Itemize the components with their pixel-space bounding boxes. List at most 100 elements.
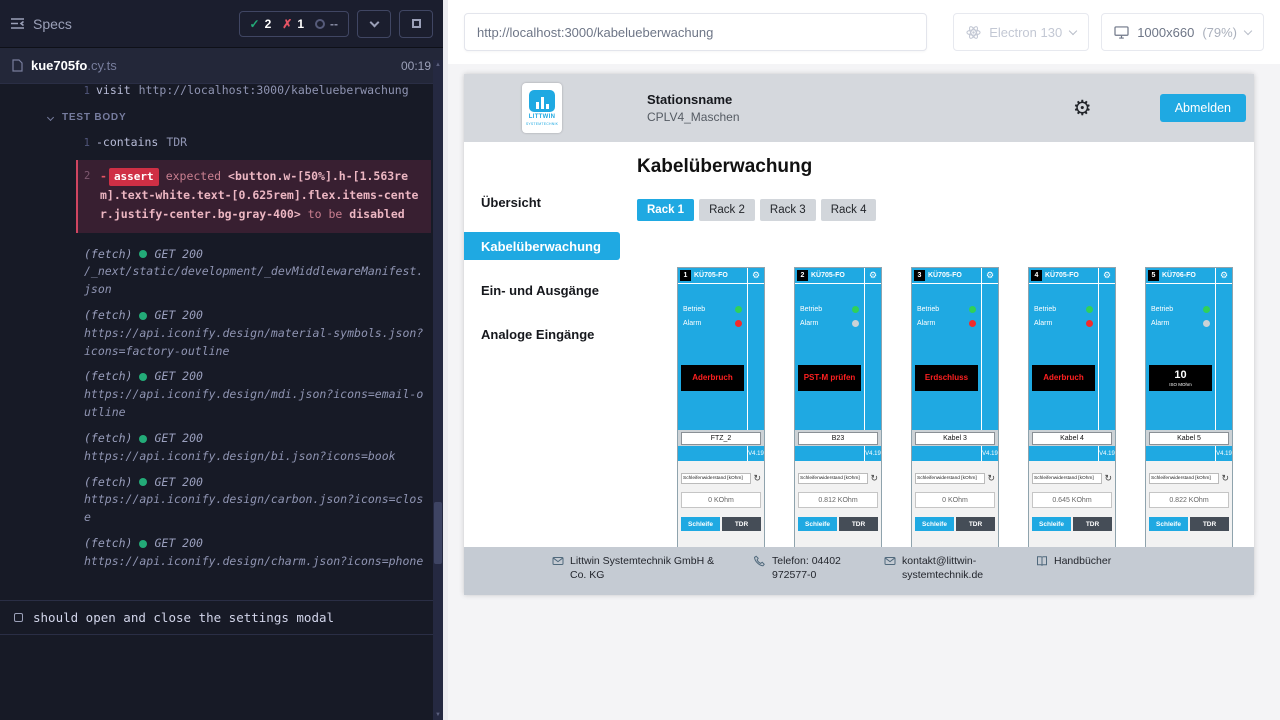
assert-dash: - [100, 169, 107, 183]
schleife-button[interactable]: Schleife [1032, 517, 1071, 531]
logout-button[interactable]: Abmelden [1160, 94, 1246, 122]
card-number: 4 [1031, 270, 1042, 281]
alarm-led [969, 320, 976, 327]
fetch-url: https://api.iconify.design/mdi.json?icon… [84, 386, 425, 422]
fetch-status: GET 200 [154, 307, 202, 325]
station-info: Stationsname CPLV4_Maschen [647, 92, 740, 124]
refresh-icon[interactable]: ↻ [987, 474, 995, 483]
logo-area: LITTWIN SYSTEMTECHNIK [464, 83, 620, 133]
resistance-section: Schleifenwiderstand [kOhm] ↻ 0 KOhm Schl… [912, 461, 998, 547]
command-visit[interactable]: 1 visithttp://localhost:3000/kabelueberw… [0, 84, 443, 103]
fetch-status: GET 200 [154, 368, 202, 386]
browser-selector[interactable]: Electron 130 [953, 13, 1089, 51]
card-side-strip [1098, 284, 1115, 430]
sidebar-item-label: Übersicht [481, 195, 541, 210]
next-test-row[interactable]: should open and close the settings modal [0, 600, 443, 635]
littwin-logo: LITTWIN SYSTEMTECHNIK [522, 83, 562, 133]
module-card: 4 KÜ705-FO ⚙ Betrieb [1028, 267, 1116, 547]
cable-name-row: FTZ_2 [678, 430, 764, 446]
sidebar-item[interactable]: Analoge Eingänge [464, 320, 620, 348]
status-display: 10 ISO MOhm [1149, 365, 1212, 391]
tdr-button[interactable]: TDR [956, 517, 995, 531]
url-input[interactable] [464, 13, 927, 51]
version-row: V4.19 [1029, 446, 1115, 461]
sidebar-item[interactable]: Übersicht [464, 188, 620, 216]
schleife-button[interactable]: Schleife [681, 517, 720, 531]
rack-tab[interactable]: Rack 3 [760, 199, 816, 221]
sidebar-item[interactable]: Kabelüberwachung [464, 232, 620, 260]
rack-tab[interactable]: Rack 2 [699, 199, 755, 221]
module-cards: 1 KÜ705-FO ⚙ Betrieb [677, 267, 1254, 547]
specs-menu-icon[interactable] [10, 17, 25, 30]
phone-icon [754, 555, 766, 567]
spec-timer: 00:19 [401, 59, 431, 73]
betrieb-label: Betrieb [1034, 306, 1056, 313]
scrollbar-thumb[interactable] [434, 502, 442, 564]
schleife-button[interactable]: Schleife [915, 517, 954, 531]
rack-tab-label: Rack 1 [647, 204, 684, 216]
failed-assert[interactable]: 2 -assertexpected <button.w-[50%].h-[1.5… [76, 160, 431, 233]
refresh-icon[interactable]: ↻ [1221, 474, 1229, 483]
card-gear-icon[interactable]: ⚙ [864, 268, 881, 283]
status-text: 10 [1174, 370, 1186, 381]
card-gear-icon[interactable]: ⚙ [1098, 268, 1115, 283]
specs-label[interactable]: Specs [33, 16, 72, 32]
network-log-entry: (fetch) GET 200 https://api.iconify.desi… [0, 302, 443, 363]
status-ok-dot-icon [139, 312, 147, 320]
refresh-icon[interactable]: ↻ [753, 474, 761, 483]
logo-subtext: SYSTEMTECHNIK [526, 122, 558, 126]
command-contains[interactable]: 1 -containsTDR [0, 130, 443, 155]
scroll-up-icon[interactable]: ▲ [433, 62, 443, 68]
fetch-status: GET 200 [154, 535, 202, 553]
command-arg: http://localhost:3000/kabelueberwachung [139, 84, 409, 97]
pending-count: -- [330, 17, 338, 31]
refresh-icon[interactable]: ↻ [1104, 474, 1112, 483]
electron-icon [966, 25, 981, 40]
refresh-icon[interactable]: ↻ [870, 474, 878, 483]
card-gear-icon[interactable]: ⚙ [1215, 268, 1232, 283]
card-header: 3 KÜ705-FO ⚙ [912, 268, 998, 284]
card-gear-icon[interactable]: ⚙ [981, 268, 998, 283]
test-body-label: TEST BODY [62, 112, 126, 123]
schleife-button[interactable]: Schleife [798, 517, 837, 531]
app-main: Kabelüberwachung Rack 1 Rack 2 [620, 142, 1254, 547]
sidebar-item[interactable]: Ein- und Ausgänge [464, 276, 620, 304]
betrieb-row: Betrieb [912, 306, 981, 313]
alarm-led [852, 320, 859, 327]
rack-tab[interactable]: Rack 1 [637, 199, 694, 221]
tdr-button[interactable]: TDR [1073, 517, 1112, 531]
app-body: Übersicht Kabelüberwachung Ein- und Ausg… [464, 142, 1254, 547]
tdr-button[interactable]: TDR [722, 517, 761, 531]
failed-count: 1 [297, 17, 304, 31]
book-icon [1036, 555, 1048, 567]
betrieb-row: Betrieb [678, 306, 747, 313]
cable-name: Kabel 3 [915, 432, 995, 445]
fetch-url: https://api.iconify.design/bi.json?icons… [84, 448, 425, 466]
stop-button[interactable] [399, 10, 433, 38]
rack-tab[interactable]: Rack 4 [821, 199, 877, 221]
collapse-button[interactable] [357, 10, 391, 38]
schleife-button[interactable]: Schleife [1149, 517, 1188, 531]
betrieb-row: Betrieb [1029, 306, 1098, 313]
viewport-selector[interactable]: 1000x660 (79%) [1101, 13, 1264, 51]
betrieb-led [1203, 306, 1210, 313]
tdr-button[interactable]: TDR [839, 517, 878, 531]
runner-scrollbar[interactable]: ▲ ▼ [433, 60, 443, 720]
test-body-section[interactable]: TEST BODY [0, 103, 443, 130]
alarm-led [1203, 320, 1210, 327]
scroll-down-icon[interactable]: ▼ [433, 712, 443, 718]
module-card: 2 KÜ705-FO ⚙ Betrieb [794, 267, 882, 547]
footer-manuals[interactable]: Handbücher [1036, 554, 1111, 595]
settings-gear-icon[interactable]: ⚙ [1073, 98, 1092, 119]
tdr-button[interactable]: TDR [1190, 517, 1229, 531]
card-side-strip [864, 284, 881, 430]
fetch-tag: (fetch) [84, 474, 132, 492]
spec-name[interactable]: kue705fo.cy.ts [31, 58, 117, 73]
firmware-version: V4.19 [1215, 446, 1232, 461]
cable-name: FTZ_2 [681, 432, 761, 445]
fetch-url: https://api.iconify.design/charm.json?ic… [84, 553, 425, 571]
version-row: V4.19 [795, 446, 881, 461]
footer-email[interactable]: kontakt@littwin-systemtechnik.de [884, 554, 1002, 595]
resistance-label: Schleifenwiderstand [kOhm] [798, 473, 868, 484]
card-gear-icon[interactable]: ⚙ [747, 268, 764, 283]
